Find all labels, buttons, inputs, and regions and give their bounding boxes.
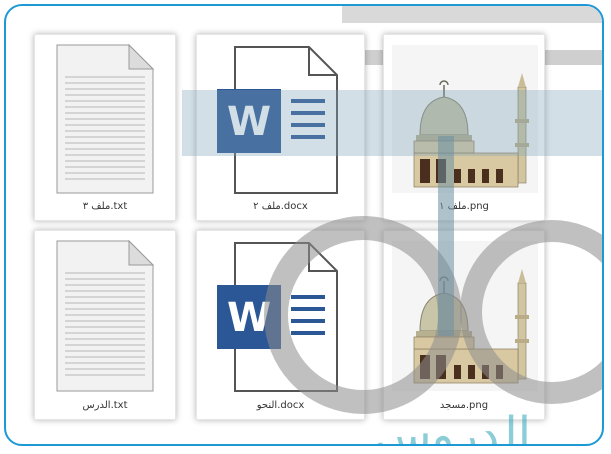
file-name: ملف ٢.docx bbox=[253, 201, 308, 212]
file-name: ملف ٣.txt bbox=[82, 201, 128, 212]
file-tile-text[interactable]: ملف ٣.txt bbox=[34, 34, 176, 221]
watermark-ring-left bbox=[264, 216, 462, 414]
text-document-icon bbox=[35, 231, 175, 399]
watermark-text: الدروس bbox=[372, 410, 532, 446]
watermark-stem bbox=[438, 136, 454, 336]
file-tile-text[interactable]: الدرس.txt bbox=[34, 230, 176, 420]
file-name: ملف ١.png bbox=[439, 201, 489, 212]
watermark-bar-top bbox=[342, 6, 602, 23]
file-name: الدرس.txt bbox=[82, 400, 128, 411]
file-browser-window: ملف ٣.txt W ملف ٢.docx ملف .png الدرس.tx… bbox=[4, 4, 604, 446]
text-document-icon bbox=[35, 35, 175, 200]
watermark-band bbox=[182, 90, 602, 156]
